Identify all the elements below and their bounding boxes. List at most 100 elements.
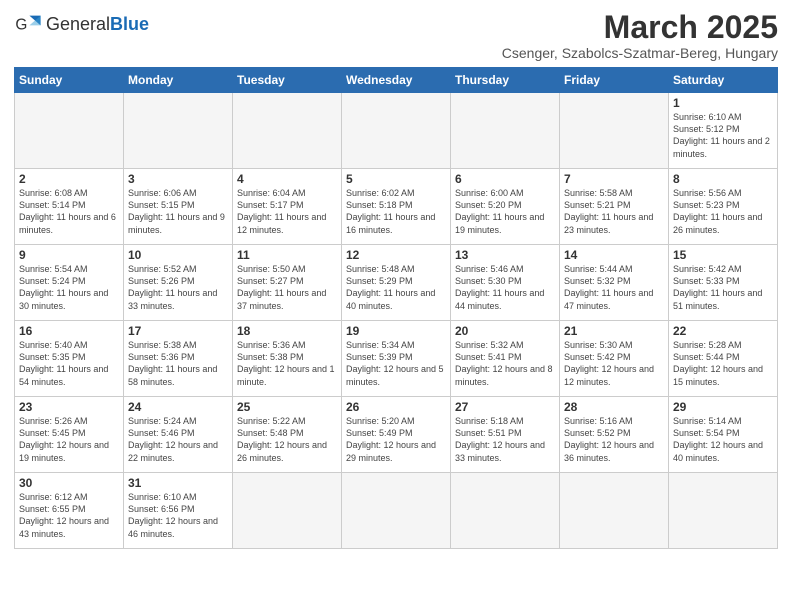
calendar-cell: 16Sunrise: 5:40 AM Sunset: 5:35 PM Dayli…	[15, 321, 124, 397]
day-number: 29	[673, 400, 773, 414]
day-info: Sunrise: 6:04 AM Sunset: 5:17 PM Dayligh…	[237, 187, 337, 236]
calendar-cell	[233, 93, 342, 169]
day-number: 5	[346, 172, 446, 186]
day-info: Sunrise: 5:54 AM Sunset: 5:24 PM Dayligh…	[19, 263, 119, 312]
col-header-thursday: Thursday	[451, 68, 560, 93]
day-number: 27	[455, 400, 555, 414]
svg-text:G: G	[15, 17, 27, 34]
day-number: 28	[564, 400, 664, 414]
calendar-cell: 18Sunrise: 5:36 AM Sunset: 5:38 PM Dayli…	[233, 321, 342, 397]
day-number: 8	[673, 172, 773, 186]
day-number: 10	[128, 248, 228, 262]
calendar-week-1: 1Sunrise: 6:10 AM Sunset: 5:12 PM Daylig…	[15, 93, 778, 169]
calendar-cell: 2Sunrise: 6:08 AM Sunset: 5:14 PM Daylig…	[15, 169, 124, 245]
calendar-cell: 19Sunrise: 5:34 AM Sunset: 5:39 PM Dayli…	[342, 321, 451, 397]
calendar-cell	[124, 93, 233, 169]
day-number: 18	[237, 324, 337, 338]
day-info: Sunrise: 5:48 AM Sunset: 5:29 PM Dayligh…	[346, 263, 446, 312]
day-number: 22	[673, 324, 773, 338]
day-info: Sunrise: 6:08 AM Sunset: 5:14 PM Dayligh…	[19, 187, 119, 236]
day-number: 31	[128, 476, 228, 490]
title-area: March 2025 Csenger, Szabolcs-Szatmar-Ber…	[502, 10, 778, 61]
day-info: Sunrise: 5:36 AM Sunset: 5:38 PM Dayligh…	[237, 339, 337, 388]
calendar-cell	[451, 473, 560, 549]
page-header: G GeneralBlue March 2025 Csenger, Szabol…	[14, 10, 778, 61]
day-number: 9	[19, 248, 119, 262]
col-header-saturday: Saturday	[669, 68, 778, 93]
calendar-week-2: 2Sunrise: 6:08 AM Sunset: 5:14 PM Daylig…	[15, 169, 778, 245]
day-info: Sunrise: 5:42 AM Sunset: 5:33 PM Dayligh…	[673, 263, 773, 312]
calendar-week-3: 9Sunrise: 5:54 AM Sunset: 5:24 PM Daylig…	[15, 245, 778, 321]
day-info: Sunrise: 5:32 AM Sunset: 5:41 PM Dayligh…	[455, 339, 555, 388]
day-info: Sunrise: 5:40 AM Sunset: 5:35 PM Dayligh…	[19, 339, 119, 388]
calendar-cell: 30Sunrise: 6:12 AM Sunset: 6:55 PM Dayli…	[15, 473, 124, 549]
col-header-tuesday: Tuesday	[233, 68, 342, 93]
day-info: Sunrise: 5:44 AM Sunset: 5:32 PM Dayligh…	[564, 263, 664, 312]
calendar-cell	[669, 473, 778, 549]
calendar-week-4: 16Sunrise: 5:40 AM Sunset: 5:35 PM Dayli…	[15, 321, 778, 397]
calendar-week-5: 23Sunrise: 5:26 AM Sunset: 5:45 PM Dayli…	[15, 397, 778, 473]
day-number: 4	[237, 172, 337, 186]
day-number: 14	[564, 248, 664, 262]
logo-icon: G	[14, 10, 42, 38]
day-info: Sunrise: 5:14 AM Sunset: 5:54 PM Dayligh…	[673, 415, 773, 464]
col-header-monday: Monday	[124, 68, 233, 93]
calendar-cell	[560, 473, 669, 549]
calendar-cell: 22Sunrise: 5:28 AM Sunset: 5:44 PM Dayli…	[669, 321, 778, 397]
calendar-cell: 11Sunrise: 5:50 AM Sunset: 5:27 PM Dayli…	[233, 245, 342, 321]
day-info: Sunrise: 6:10 AM Sunset: 6:56 PM Dayligh…	[128, 491, 228, 540]
calendar-cell: 6Sunrise: 6:00 AM Sunset: 5:20 PM Daylig…	[451, 169, 560, 245]
day-info: Sunrise: 6:12 AM Sunset: 6:55 PM Dayligh…	[19, 491, 119, 540]
day-info: Sunrise: 5:46 AM Sunset: 5:30 PM Dayligh…	[455, 263, 555, 312]
day-info: Sunrise: 5:20 AM Sunset: 5:49 PM Dayligh…	[346, 415, 446, 464]
day-info: Sunrise: 5:56 AM Sunset: 5:23 PM Dayligh…	[673, 187, 773, 236]
calendar-cell: 28Sunrise: 5:16 AM Sunset: 5:52 PM Dayli…	[560, 397, 669, 473]
calendar-cell: 5Sunrise: 6:02 AM Sunset: 5:18 PM Daylig…	[342, 169, 451, 245]
day-number: 6	[455, 172, 555, 186]
day-number: 11	[237, 248, 337, 262]
calendar-cell: 29Sunrise: 5:14 AM Sunset: 5:54 PM Dayli…	[669, 397, 778, 473]
calendar-cell	[451, 93, 560, 169]
calendar-cell: 14Sunrise: 5:44 AM Sunset: 5:32 PM Dayli…	[560, 245, 669, 321]
calendar-cell: 27Sunrise: 5:18 AM Sunset: 5:51 PM Dayli…	[451, 397, 560, 473]
calendar-cell: 1Sunrise: 6:10 AM Sunset: 5:12 PM Daylig…	[669, 93, 778, 169]
day-info: Sunrise: 6:06 AM Sunset: 5:15 PM Dayligh…	[128, 187, 228, 236]
calendar-cell: 23Sunrise: 5:26 AM Sunset: 5:45 PM Dayli…	[15, 397, 124, 473]
col-header-friday: Friday	[560, 68, 669, 93]
day-info: Sunrise: 6:10 AM Sunset: 5:12 PM Dayligh…	[673, 111, 773, 160]
calendar-cell: 15Sunrise: 5:42 AM Sunset: 5:33 PM Dayli…	[669, 245, 778, 321]
day-number: 19	[346, 324, 446, 338]
calendar-cell: 8Sunrise: 5:56 AM Sunset: 5:23 PM Daylig…	[669, 169, 778, 245]
calendar-cell	[342, 93, 451, 169]
calendar-cell: 25Sunrise: 5:22 AM Sunset: 5:48 PM Dayli…	[233, 397, 342, 473]
day-info: Sunrise: 5:22 AM Sunset: 5:48 PM Dayligh…	[237, 415, 337, 464]
calendar-cell: 21Sunrise: 5:30 AM Sunset: 5:42 PM Dayli…	[560, 321, 669, 397]
day-info: Sunrise: 5:24 AM Sunset: 5:46 PM Dayligh…	[128, 415, 228, 464]
day-info: Sunrise: 5:52 AM Sunset: 5:26 PM Dayligh…	[128, 263, 228, 312]
day-number: 17	[128, 324, 228, 338]
calendar-cell: 9Sunrise: 5:54 AM Sunset: 5:24 PM Daylig…	[15, 245, 124, 321]
day-number: 26	[346, 400, 446, 414]
calendar-cell: 12Sunrise: 5:48 AM Sunset: 5:29 PM Dayli…	[342, 245, 451, 321]
calendar-cell	[15, 93, 124, 169]
month-title: March 2025	[502, 10, 778, 45]
calendar-cell: 20Sunrise: 5:32 AM Sunset: 5:41 PM Dayli…	[451, 321, 560, 397]
day-info: Sunrise: 6:02 AM Sunset: 5:18 PM Dayligh…	[346, 187, 446, 236]
calendar-cell: 17Sunrise: 5:38 AM Sunset: 5:36 PM Dayli…	[124, 321, 233, 397]
calendar-cell: 7Sunrise: 5:58 AM Sunset: 5:21 PM Daylig…	[560, 169, 669, 245]
col-header-wednesday: Wednesday	[342, 68, 451, 93]
day-number: 1	[673, 96, 773, 110]
col-header-sunday: Sunday	[15, 68, 124, 93]
day-info: Sunrise: 5:28 AM Sunset: 5:44 PM Dayligh…	[673, 339, 773, 388]
calendar-cell: 26Sunrise: 5:20 AM Sunset: 5:49 PM Dayli…	[342, 397, 451, 473]
day-info: Sunrise: 5:26 AM Sunset: 5:45 PM Dayligh…	[19, 415, 119, 464]
day-number: 7	[564, 172, 664, 186]
day-number: 12	[346, 248, 446, 262]
day-number: 30	[19, 476, 119, 490]
logo: G GeneralBlue	[14, 10, 149, 38]
location-title: Csenger, Szabolcs-Szatmar-Bereg, Hungary	[502, 45, 778, 61]
day-info: Sunrise: 5:58 AM Sunset: 5:21 PM Dayligh…	[564, 187, 664, 236]
day-number: 3	[128, 172, 228, 186]
calendar-cell: 13Sunrise: 5:46 AM Sunset: 5:30 PM Dayli…	[451, 245, 560, 321]
day-info: Sunrise: 5:38 AM Sunset: 5:36 PM Dayligh…	[128, 339, 228, 388]
